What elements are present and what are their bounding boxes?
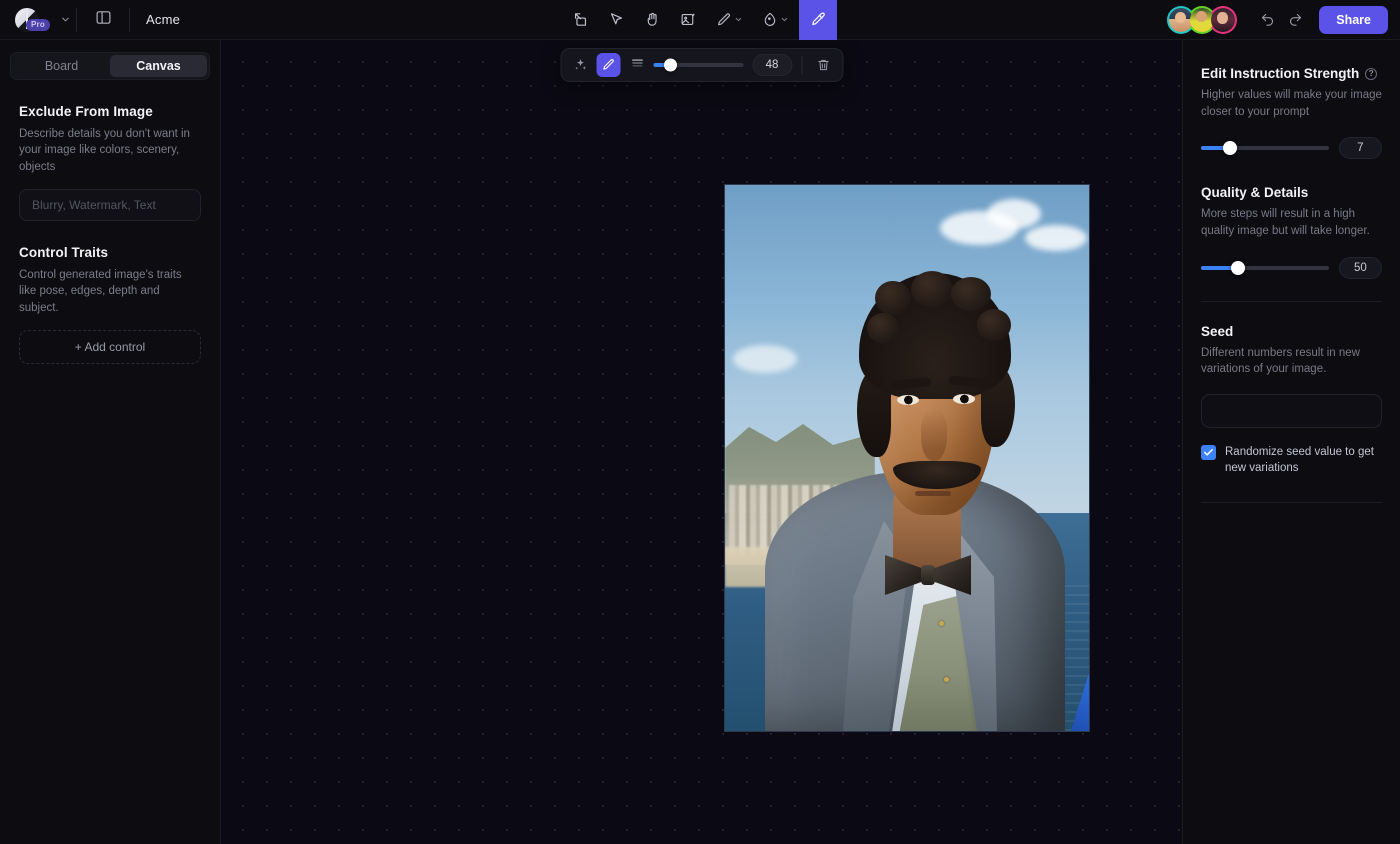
edit-strength-value: 7 [1338,137,1382,160]
hand-pan-icon[interactable] [635,3,669,37]
seed-description: Different numbers result in new variatio… [1201,346,1360,376]
control-traits-description: Control generated image's traits like po… [19,268,182,314]
control-traits-title: Control Traits [19,244,109,260]
brush-size-value: 48 [752,54,792,76]
canvas-area[interactable]: 48 [221,40,1182,844]
trash-icon[interactable] [811,53,835,77]
edit-strength-slider[interactable] [1201,141,1329,156]
sidebar-tabs: Board Canvas [10,52,210,80]
quality-title: Quality & Details [1201,185,1309,201]
randomize-seed-label: Randomize seed value to get new variatio… [1225,446,1374,475]
divider [801,56,802,74]
export-icon[interactable] [563,3,597,37]
sparkle-icon[interactable] [568,53,592,77]
quality-description: More steps will result in a high quality… [1201,208,1370,238]
workspace-chevron-down-icon[interactable] [54,0,76,40]
brush-size-slider[interactable] [653,58,743,72]
app-root: Pro Acme Share Board Canvas Exclude From… [0,0,1400,844]
pro-badge: Pro [26,18,50,31]
pencil-draw-icon[interactable] [707,3,751,37]
add-image-icon[interactable] [671,3,705,37]
exclude-title: Exclude From Image [19,104,153,119]
select-cursor-icon[interactable] [599,3,633,37]
control-traits-section: Control Traits Control generated image's… [0,221,220,364]
share-button[interactable]: Share [1319,5,1388,34]
exclude-description: Describe details you don't want in your … [19,128,190,173]
divider [1201,502,1382,504]
top-bar: Pro Acme Share [0,0,1400,40]
tab-board[interactable]: Board [13,55,110,77]
exclude-input[interactable] [19,188,201,221]
left-sidebar: Board Canvas Exclude From Image Describe… [0,40,221,844]
undo-icon[interactable] [1253,7,1281,33]
panel-left-icon [95,9,112,31]
edit-strength-section: Edit Instruction Strength ? Higher value… [1201,66,1382,160]
seed-input[interactable] [1201,394,1382,429]
seed-title: Seed [1201,323,1234,339]
brush-icon[interactable] [596,53,620,77]
divider [1201,300,1382,302]
edit-strength-label: Edit Instruction Strength [1201,66,1360,81]
line-weight-icon[interactable] [630,56,644,75]
edit-strength-description: Higher values will make your image close… [1201,89,1382,118]
quality-value: 50 [1338,256,1382,279]
eraser-fill-icon[interactable] [753,3,797,37]
generated-portrait-image [725,185,1089,731]
edit-strength-title: Edit Instruction Strength ? [1201,66,1382,81]
right-settings-panel: Edit Instruction Strength ? Higher value… [1182,40,1400,844]
magic-edit-brush-icon[interactable] [799,0,837,40]
seed-section: Seed Different numbers result in new var… [1201,324,1382,477]
quality-slider[interactable] [1201,260,1329,275]
main-body: Board Canvas Exclude From Image Describe… [0,40,1400,844]
brush-size-control: 48 [630,54,792,76]
edit-strength-control: 7 [1201,137,1382,160]
collaborator-avatars [1167,5,1238,34]
quality-control: 50 [1201,256,1382,279]
sidebar-toggle-button[interactable] [77,0,129,40]
project-name[interactable]: Acme [130,12,180,27]
exclude-from-image-section: Exclude From Image Describe details you … [0,80,220,221]
randomize-seed-checkbox[interactable] [1201,445,1216,461]
tab-canvas[interactable]: Canvas [110,55,207,77]
top-bar-left: Pro Acme [0,0,180,39]
quality-details-section: Quality & Details More steps will result… [1201,185,1382,279]
add-control-button[interactable]: + Add control [19,329,201,364]
avatar[interactable] [1209,5,1238,34]
redo-icon[interactable] [1281,7,1309,33]
history-controls [1253,7,1309,33]
canvas-image[interactable] [724,184,1090,732]
randomize-seed-row: Randomize seed value to get new variatio… [1201,444,1382,476]
tool-strip [563,0,837,40]
app-logo[interactable]: Pro [0,0,54,40]
top-bar-right: Share [1167,5,1400,34]
help-icon[interactable]: ? [1365,67,1378,80]
canvas-floating-toolbar: 48 [560,48,843,82]
